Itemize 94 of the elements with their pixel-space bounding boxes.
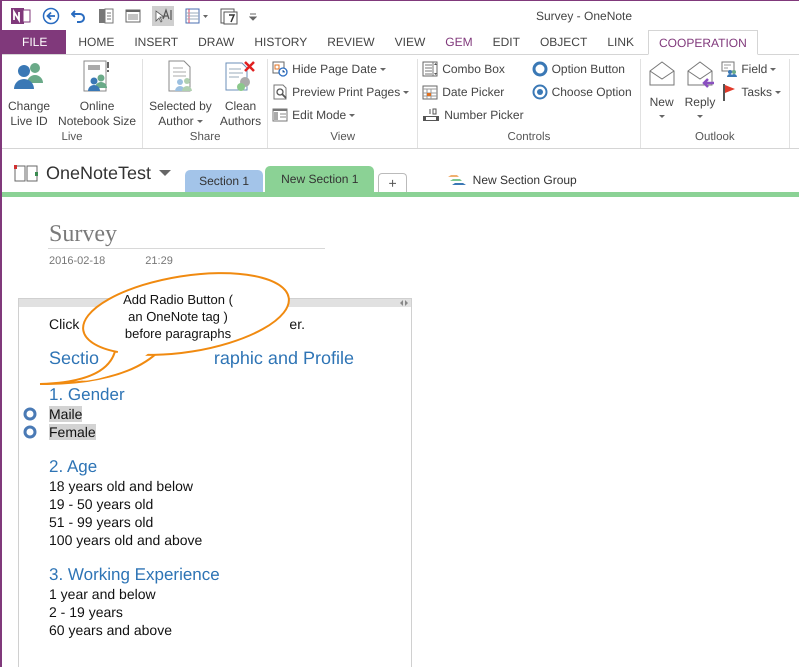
option-button[interactable]: Option Button bbox=[532, 59, 636, 79]
answer-option: 51 - 99 years old bbox=[49, 514, 154, 530]
answer-option: 60 years and above bbox=[49, 622, 172, 638]
calendar-icon[interactable] bbox=[220, 6, 238, 24]
calendar-clock-icon bbox=[272, 61, 288, 77]
group-label: Live bbox=[60, 131, 84, 145]
answer-option: Maile bbox=[49, 406, 82, 422]
notebook-icon bbox=[14, 163, 38, 183]
answer-option: 19 - 50 years old bbox=[49, 496, 154, 512]
onenote-logo-icon[interactable] bbox=[11, 6, 31, 24]
choose-option-button[interactable]: Choose Option bbox=[532, 82, 636, 102]
ribbon-tab[interactable]: FILE bbox=[2, 30, 66, 54]
field-button[interactable]: Field bbox=[721, 59, 786, 79]
note-text: Click bbox=[49, 315, 80, 333]
question-heading: 1. Gender bbox=[49, 385, 126, 405]
group-label: View bbox=[329, 131, 356, 145]
new-mail-button[interactable]: New bbox=[644, 59, 679, 131]
contact-card-icon bbox=[721, 61, 738, 77]
callout-text: Add Radio Button ( an OneNote tag ) before paragraphs bbox=[122, 291, 234, 342]
section-tab[interactable]: Section 1 bbox=[185, 170, 264, 192]
notebook-size-button[interactable]: Online Notebook Size bbox=[56, 59, 138, 131]
radio-tag-icon[interactable] bbox=[23, 425, 37, 439]
preview-icon bbox=[272, 84, 288, 100]
caret-icon bbox=[658, 115, 665, 118]
list-icon bbox=[422, 61, 438, 77]
note-text: er. bbox=[289, 315, 305, 333]
page-title[interactable]: Survey bbox=[48, 221, 309, 248]
envelope-reply-icon bbox=[684, 59, 715, 89]
ruled-page-icon[interactable] bbox=[185, 8, 209, 24]
group-label: Controls bbox=[506, 131, 552, 145]
caret-icon bbox=[159, 170, 172, 176]
ribbon-tab[interactable]: EDIT bbox=[482, 30, 530, 54]
back-icon[interactable] bbox=[42, 6, 60, 24]
ribbon-tab[interactable]: REVIEW bbox=[317, 30, 385, 54]
group-label: Share bbox=[188, 131, 222, 145]
customize-menu-icon[interactable] bbox=[249, 10, 257, 20]
date-picker-button[interactable]: Date Picker bbox=[422, 82, 528, 102]
combo-box-button[interactable]: Combo Box bbox=[422, 59, 528, 79]
resize-handle-icon[interactable] bbox=[400, 300, 408, 306]
document-icon[interactable] bbox=[125, 8, 141, 24]
window-title: Survey - OneNote bbox=[536, 9, 632, 23]
caret-icon bbox=[196, 120, 203, 124]
hide-page-date-button[interactable]: Hide Page Date bbox=[272, 59, 414, 79]
text-select-icon[interactable] bbox=[152, 6, 174, 26]
undo-icon[interactable] bbox=[71, 8, 87, 24]
stacked-tabs-icon bbox=[446, 174, 467, 186]
edit-mode-button[interactable]: Edit Mode bbox=[272, 105, 414, 125]
calendar-icon bbox=[422, 84, 438, 100]
document-delete-icon bbox=[223, 59, 258, 93]
new-section-group-button[interactable]: New Section Group bbox=[446, 168, 577, 192]
radio-icon bbox=[532, 61, 548, 77]
ribbon-tab[interactable]: COOPERATION bbox=[648, 30, 758, 55]
answer-option: 1 year and below bbox=[49, 586, 156, 602]
preview-print-pages-button[interactable]: Preview Print Pages bbox=[272, 82, 414, 102]
ribbon-tab[interactable]: DRAW bbox=[188, 30, 244, 54]
section-tab[interactable]: New Section 1 bbox=[265, 166, 374, 192]
caret-icon bbox=[349, 114, 356, 118]
answer-option: Female bbox=[49, 424, 96, 440]
radio-selected-icon bbox=[532, 84, 548, 100]
section-heading: raphic and Profile bbox=[214, 347, 354, 369]
flag-icon bbox=[721, 83, 738, 101]
caret-icon bbox=[770, 68, 776, 72]
edit-mode-icon bbox=[272, 107, 288, 123]
reply-button[interactable]: Reply bbox=[682, 59, 718, 131]
caret-icon bbox=[696, 115, 703, 118]
page-layout-icon[interactable] bbox=[98, 8, 114, 24]
change-live-id-button[interactable]: Change Live ID bbox=[6, 59, 52, 131]
section-heading: Sectio bbox=[49, 347, 100, 369]
page-time: 21:29 bbox=[145, 255, 173, 267]
clean-authors-button[interactable]: Clean Authors bbox=[218, 59, 264, 131]
caret-icon bbox=[380, 68, 386, 72]
add-section-tab[interactable]: + bbox=[378, 173, 407, 192]
ribbon-tab[interactable]: OBJECT bbox=[530, 30, 598, 54]
radio-tag-icon[interactable] bbox=[23, 407, 37, 421]
ribbon-tab[interactable]: HOME bbox=[68, 30, 124, 54]
number-picker-button[interactable]: Number Picker bbox=[422, 105, 528, 125]
ribbon-tab[interactable]: INSERT bbox=[124, 30, 188, 54]
ribbon-tab[interactable]: VIEW bbox=[384, 30, 436, 54]
page-date: 2016-02-18 bbox=[49, 255, 106, 267]
ribbon-tab[interactable]: HISTORY bbox=[244, 30, 318, 54]
answer-option: 2 - 19 years bbox=[49, 604, 123, 620]
caret-icon bbox=[403, 91, 410, 94]
tasks-button[interactable]: Tasks bbox=[721, 82, 786, 102]
caret-icon bbox=[775, 91, 782, 94]
notebook-selector[interactable]: OneNoteTest bbox=[2, 158, 186, 192]
ribbon-tab[interactable]: LINK bbox=[597, 30, 644, 54]
answer-option: 100 years old and above bbox=[49, 532, 202, 548]
group-label: Outlook bbox=[694, 131, 736, 145]
number-spinner-icon bbox=[422, 107, 440, 123]
selected-by-author-button[interactable]: Selected by Author bbox=[147, 59, 214, 131]
ribbon-tab[interactable]: GEM bbox=[435, 30, 483, 54]
question-heading: 2. Age bbox=[49, 457, 98, 477]
answer-option: 18 years old and below bbox=[49, 478, 193, 494]
question-heading: 3. Working Experience bbox=[49, 565, 221, 585]
